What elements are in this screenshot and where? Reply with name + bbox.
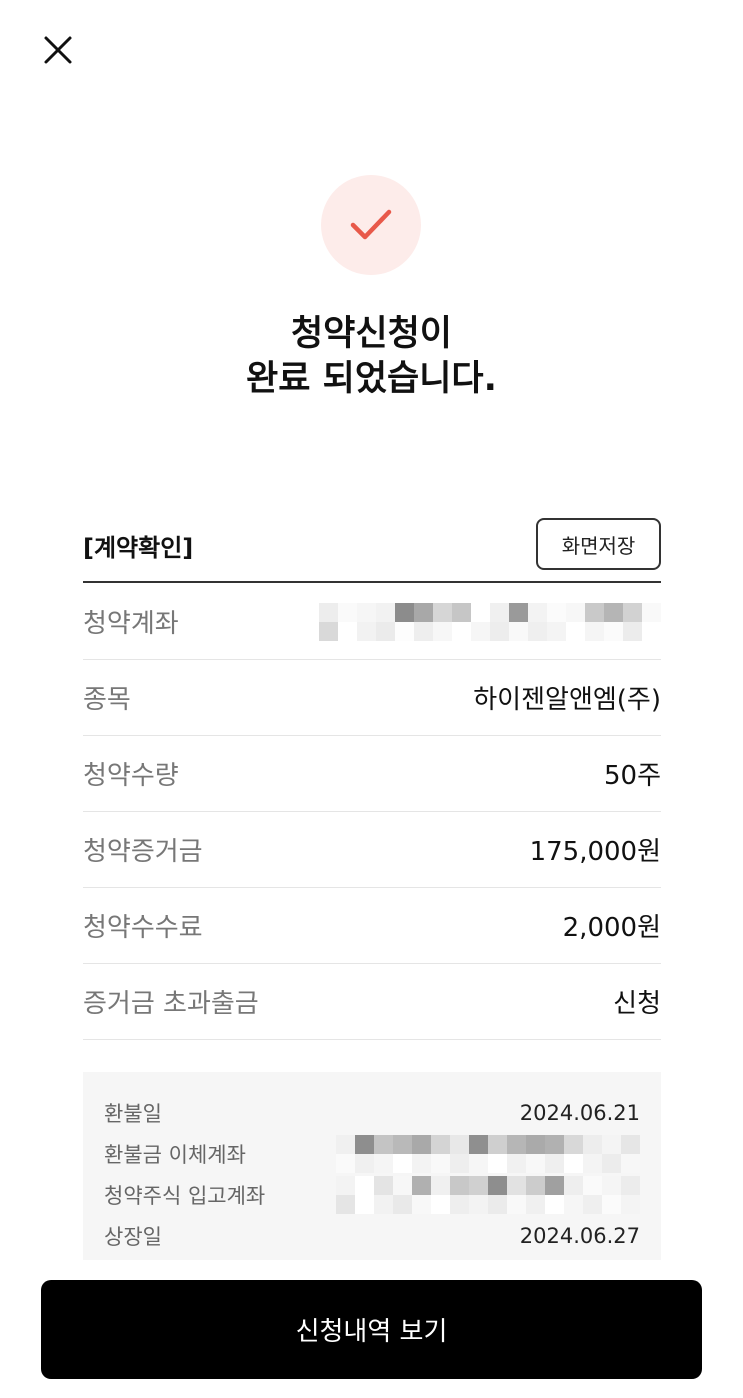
detail-label: 청약계좌	[83, 609, 179, 639]
view-history-button[interactable]: 신청내역 보기	[41, 1280, 702, 1379]
detail-label: 증거금 초과출금	[83, 989, 259, 1019]
checkmark-icon	[350, 209, 392, 240]
section-title: [계약확인]	[83, 534, 194, 562]
detail-label: 종목	[83, 685, 131, 715]
refund-label: 환불금 이체계좌	[104, 1142, 246, 1167]
refund-label: 상장일	[104, 1224, 162, 1249]
close-icon	[44, 36, 72, 64]
refund-label: 환불일	[104, 1101, 162, 1126]
completion-title: 청약신청이 완료 되었습니다.	[0, 312, 743, 402]
detail-row-account: 청약계좌	[83, 584, 661, 660]
refund-row-listing-date: 상장일 2024.06.27	[104, 1215, 640, 1256]
contract-details: 청약계좌 종목 하이젠알앤엠(주) 청약수량 50주 청약증거금 175,000…	[83, 584, 661, 1040]
masked-account-number	[319, 602, 661, 641]
detail-row-quantity: 청약수량 50주	[83, 736, 661, 812]
close-button[interactable]	[36, 30, 80, 70]
detail-value: 하이젠알앤엠(주)	[473, 685, 661, 715]
detail-value: 175,000원	[529, 837, 661, 867]
detail-row-fee: 청약수수료 2,000원	[83, 888, 661, 964]
refund-row-stock-account: 청약주식 입고계좌	[104, 1174, 640, 1215]
masked-account-number	[336, 1134, 640, 1173]
detail-label: 청약증거금	[83, 837, 203, 867]
detail-row-stock: 종목 하이젠알앤엠(주)	[83, 660, 661, 736]
refund-value: 2024.06.21	[519, 1100, 640, 1125]
detail-value: 50주	[603, 761, 661, 791]
refund-value: 2024.06.27	[519, 1223, 640, 1248]
save-screen-button[interactable]: 화면저장	[536, 518, 661, 570]
contract-section-header: [계약확인] 화면저장	[83, 516, 661, 583]
title-line-1: 청약신청이	[290, 314, 452, 354]
title-line-2: 완료 되었습니다.	[246, 359, 497, 399]
refund-label: 청약주식 입고계좌	[104, 1183, 266, 1208]
refund-info-box: 환불일 2024.06.21 환불금 이체계좌 청약주식 입고계좌 상장일 20…	[83, 1072, 661, 1260]
refund-row-date: 환불일 2024.06.21	[104, 1092, 640, 1133]
detail-value: 신청	[613, 989, 661, 1019]
detail-row-deposit: 청약증거금 175,000원	[83, 812, 661, 888]
detail-label: 청약수수료	[83, 913, 203, 943]
refund-row-transfer-account: 환불금 이체계좌	[104, 1133, 640, 1174]
detail-row-excess-withdrawal: 증거금 초과출금 신청	[83, 964, 661, 1040]
success-badge	[321, 175, 421, 275]
detail-value: 2,000원	[562, 913, 661, 943]
detail-label: 청약수량	[83, 761, 179, 791]
masked-account-number	[336, 1175, 640, 1214]
